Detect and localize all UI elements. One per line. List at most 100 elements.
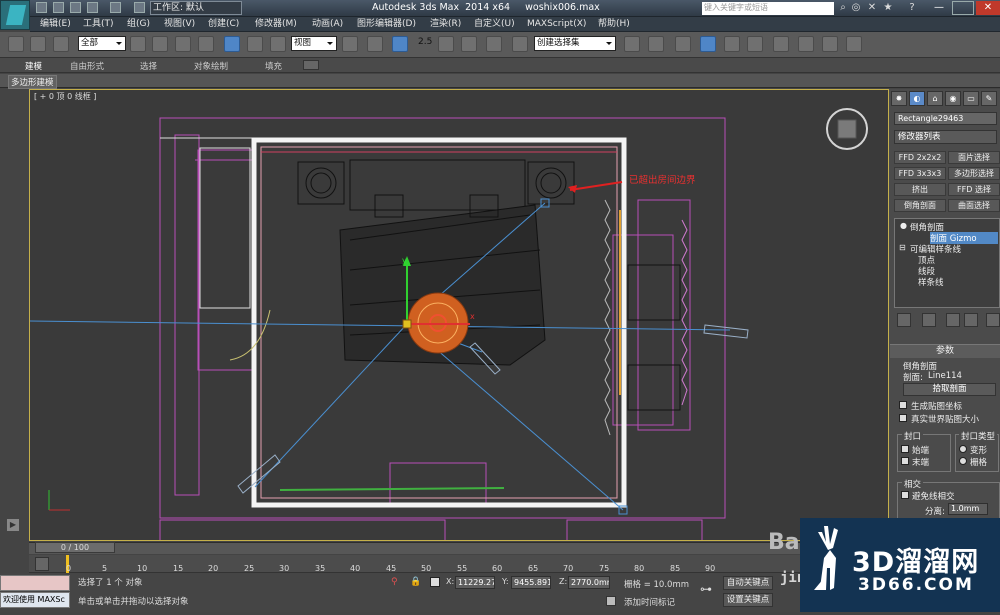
- modifier-button[interactable]: 倒角剖面: [894, 199, 946, 212]
- menu-animation[interactable]: 动画(A): [312, 17, 343, 32]
- material-editor-icon[interactable]: [773, 36, 789, 52]
- make-unique-icon[interactable]: [946, 313, 960, 327]
- create-tab-icon[interactable]: ✸: [891, 91, 907, 106]
- menu-rendering[interactable]: 渲染(R): [430, 17, 461, 32]
- mirror-icon[interactable]: [624, 36, 640, 52]
- snap-toggle-label[interactable]: 2.5: [418, 37, 432, 47]
- rendered-frame-icon[interactable]: [822, 36, 838, 52]
- rect-selection-icon[interactable]: [175, 36, 191, 52]
- select-scale-icon[interactable]: [270, 36, 286, 52]
- mini-curve-icon[interactable]: [35, 557, 49, 571]
- time-slider-thumb[interactable]: 0 / 100: [35, 542, 115, 553]
- spinner-snap-icon[interactable]: [486, 36, 502, 52]
- hierarchy-tab-icon[interactable]: ⌂: [927, 91, 943, 106]
- new-icon[interactable]: [36, 2, 47, 13]
- select-move-icon[interactable]: [224, 36, 240, 52]
- star-icon[interactable]: ★: [882, 2, 894, 14]
- select-manipulate-icon[interactable]: [367, 36, 383, 52]
- object-name-field[interactable]: Rectangle29463: [894, 112, 997, 125]
- binoculars-icon[interactable]: ◎: [850, 2, 862, 14]
- set-key-button[interactable]: 设置关键点: [723, 593, 773, 607]
- percent-snap-icon[interactable]: [461, 36, 477, 52]
- save-icon[interactable]: [70, 2, 81, 13]
- display-tab-icon[interactable]: ▭: [963, 91, 979, 106]
- gen-map-checkbox[interactable]: [899, 401, 907, 409]
- modifier-button[interactable]: 曲面选择: [948, 199, 1000, 212]
- time-tag-icon[interactable]: [606, 596, 616, 606]
- select-rotate-icon[interactable]: [247, 36, 263, 52]
- exchange-icon[interactable]: ✕: [866, 2, 878, 14]
- cap-grid-radio[interactable]: [959, 457, 967, 465]
- pick-profile-button[interactable]: 拾取剖面: [903, 383, 996, 396]
- search-icon[interactable]: ⌕: [837, 2, 849, 14]
- menu-modifiers[interactable]: 修改器(M): [255, 17, 297, 32]
- open-icon[interactable]: [53, 2, 64, 13]
- menu-views[interactable]: 视图(V): [164, 17, 195, 32]
- select-object-icon[interactable]: [130, 36, 146, 52]
- expand-arrow-icon[interactable]: ▶: [7, 519, 19, 531]
- cap-start-checkbox[interactable]: [901, 445, 909, 453]
- menu-customize[interactable]: 自定义(U): [474, 17, 515, 32]
- angle-snap-icon[interactable]: [438, 36, 454, 52]
- maximize-button[interactable]: [952, 1, 974, 15]
- polygon-modeling-button[interactable]: 多边形建模: [8, 75, 57, 89]
- configure-sets-icon[interactable]: [986, 313, 1000, 327]
- cap-end-checkbox[interactable]: [901, 457, 909, 465]
- named-selection-dropdown[interactable]: 创建选择集: [534, 36, 616, 51]
- graphite-toggle-icon[interactable]: [700, 36, 716, 52]
- tab-object-paint[interactable]: 对象绘制: [194, 60, 228, 72]
- key-icon[interactable]: ⊶: [700, 582, 712, 596]
- schematic-view-icon[interactable]: [747, 36, 763, 52]
- menu-create[interactable]: 创建(C): [208, 17, 239, 32]
- close-icon[interactable]: ✕: [976, 1, 1000, 15]
- menu-tools[interactable]: 工具(T): [83, 17, 114, 32]
- selection-filter-dropdown[interactable]: 全部: [78, 36, 126, 51]
- keyboard-shortcut-icon[interactable]: [392, 36, 408, 52]
- isolate-icon[interactable]: ⚲: [391, 577, 398, 587]
- bind-space-warp-icon[interactable]: [53, 36, 69, 52]
- show-end-result-icon[interactable]: [922, 313, 936, 327]
- y-coord-field[interactable]: 9455.891m: [511, 576, 551, 589]
- expand-icon[interactable]: ⊟: [899, 243, 906, 252]
- modifier-button[interactable]: 挤出: [894, 183, 946, 196]
- render-setup-icon[interactable]: [798, 36, 814, 52]
- layer-manager-icon[interactable]: [675, 36, 691, 52]
- ribbon-options-icon[interactable]: [303, 60, 319, 70]
- align-icon[interactable]: [648, 36, 664, 52]
- minimize-button[interactable]: —: [928, 1, 950, 15]
- unlink-icon[interactable]: [30, 36, 46, 52]
- menu-help[interactable]: 帮助(H): [598, 17, 630, 32]
- help-icon[interactable]: ?: [906, 2, 918, 14]
- pin-stack-icon[interactable]: [897, 313, 911, 327]
- project-icon[interactable]: [134, 2, 145, 13]
- stack-item[interactable]: 样条线: [918, 276, 944, 288]
- menu-maxscript[interactable]: MAXScript(X): [527, 17, 586, 32]
- menu-group[interactable]: 组(G): [127, 17, 150, 32]
- z-coord-field[interactable]: 2770.0mm: [568, 576, 610, 589]
- modifier-button[interactable]: FFD 选择: [948, 183, 1000, 196]
- window-crossing-icon[interactable]: [198, 36, 214, 52]
- add-time-tag[interactable]: 添加时间标记: [624, 596, 675, 608]
- absolute-mode-icon[interactable]: [430, 577, 440, 587]
- welcome-text[interactable]: 欢迎使用 MAXSc: [0, 592, 70, 608]
- modifier-button[interactable]: FFD 3x3x3: [894, 167, 946, 180]
- modifier-button[interactable]: 多边形选择: [948, 167, 1000, 180]
- params-rollout-header[interactable]: 参数: [890, 344, 1000, 358]
- light-bulb-icon[interactable]: ●: [900, 221, 907, 230]
- app-logo-button[interactable]: [0, 0, 30, 30]
- modifier-button[interactable]: FFD 2x2x2: [894, 151, 946, 164]
- real-world-checkbox[interactable]: [899, 414, 907, 422]
- motion-tab-icon[interactable]: ◉: [945, 91, 961, 106]
- time-slider-track[interactable]: [29, 542, 889, 554]
- link-icon[interactable]: [8, 36, 24, 52]
- viewport-label[interactable]: [ + 0 顶 0 线框 ]: [34, 91, 96, 102]
- cap-morph-radio[interactable]: [959, 445, 967, 453]
- tab-populate[interactable]: 填充: [265, 60, 282, 72]
- menu-graph-editors[interactable]: 图形编辑器(D): [357, 17, 416, 32]
- redo-icon[interactable]: [110, 2, 121, 13]
- render-production-icon[interactable]: [846, 36, 862, 52]
- tab-selection[interactable]: 选择: [140, 60, 157, 72]
- tab-freeform[interactable]: 自由形式: [70, 60, 104, 72]
- undo-icon[interactable]: [87, 2, 98, 13]
- reference-coord-dropdown[interactable]: 视图: [291, 36, 337, 51]
